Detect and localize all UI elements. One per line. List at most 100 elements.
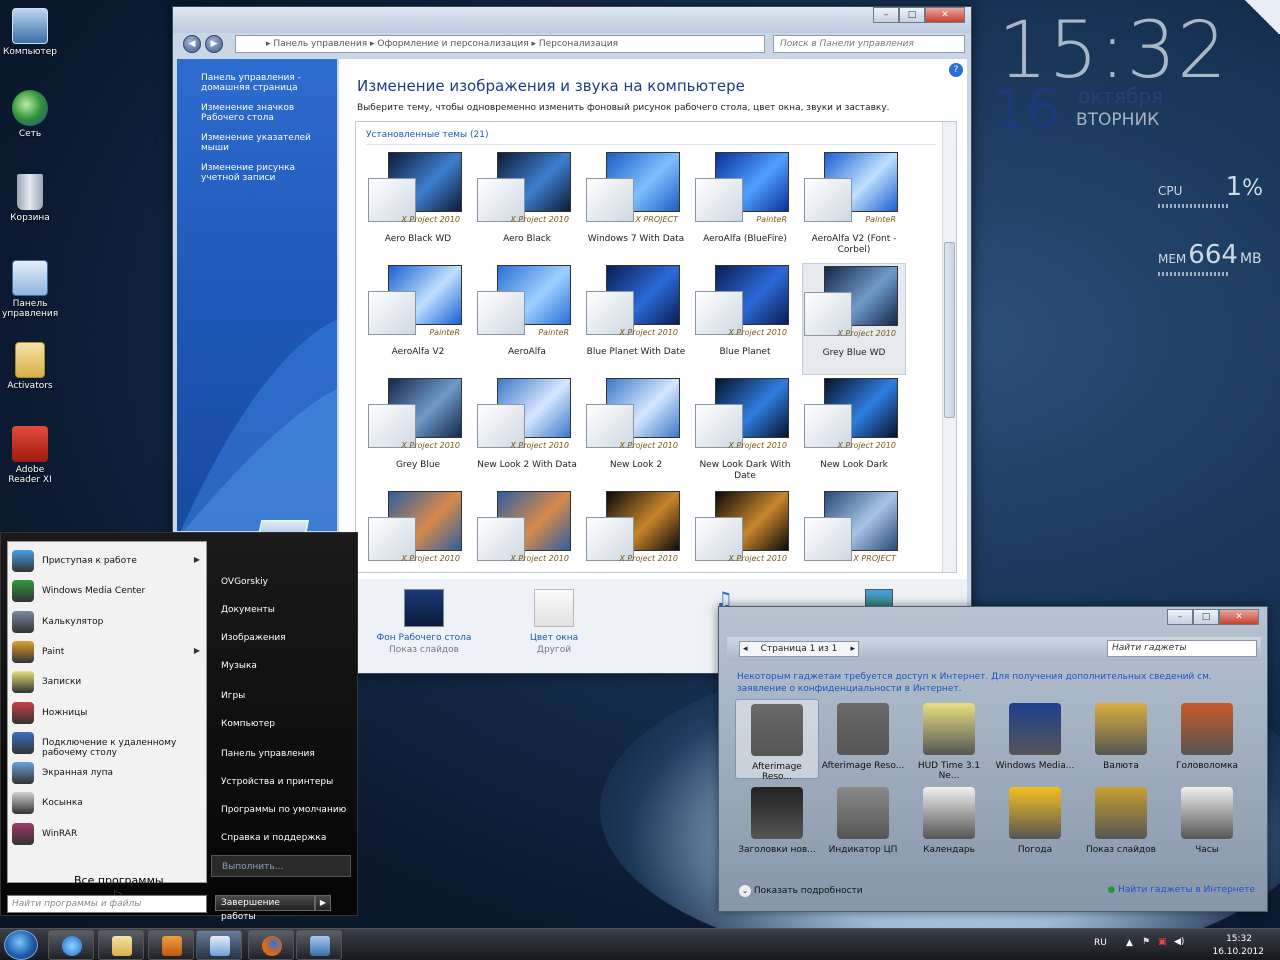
action-center-flag-icon[interactable]: ⚑ (1142, 937, 1150, 947)
window-color-link[interactable]: Цвет окна (499, 633, 609, 643)
theme-item[interactable]: X Project 2010 Aero Black (475, 150, 579, 262)
link-control-panel-home[interactable]: Панель управления - домашняя страница (201, 73, 335, 93)
theme-item[interactable]: X Project 2010 Grey Blue (366, 376, 470, 488)
start-program-item[interactable]: Windows Media Center (8, 576, 208, 606)
tray-date[interactable]: 16.10.2012 (1212, 947, 1264, 957)
desktop-background-link[interactable]: Фон Рабочего стола (369, 633, 479, 643)
get-gadgets-online-link[interactable]: ● Найти гаджеты в Интернете (1107, 885, 1255, 895)
start-program-item[interactable]: Косынка (8, 788, 208, 818)
back-arrow-icon[interactable]: ◀ (183, 35, 201, 53)
themes-scrollbar[interactable] (942, 122, 956, 572)
chevron-right-icon[interactable]: ▸ (850, 642, 855, 656)
gadget-search-input[interactable]: Найти гаджеты (1107, 640, 1257, 657)
maximize-button[interactable]: □ (1193, 609, 1219, 625)
link-change-mouse-pointers[interactable]: Изменение указателей мыши (201, 133, 335, 153)
taskbar-firefox[interactable] (248, 930, 294, 960)
language-indicator[interactable]: RU (1094, 938, 1107, 948)
gadget-item[interactable]: HUD Time 3.1 Ne... (907, 699, 991, 781)
start-place-item[interactable]: Компьютер (211, 713, 351, 735)
gadget-item[interactable]: Afterimage Reso... (735, 699, 819, 782)
show-hidden-icons-arrow-icon[interactable]: ▲ (1126, 938, 1133, 948)
theme-item[interactable]: PainteR AeroAlfa V2 (Font - Corbel) (802, 150, 906, 262)
theme-item[interactable]: X Project 2010Soft Black With Date (584, 489, 688, 572)
volume-icon[interactable]: ◀) (1174, 937, 1184, 947)
window-titlebar[interactable]: – □ ✕ (173, 7, 971, 33)
tray-time[interactable]: 15:32 (1226, 934, 1252, 944)
theme-item[interactable]: PainteR AeroAlfa V2 (366, 263, 470, 375)
gadget-item[interactable]: Windows Media... (993, 699, 1077, 779)
start-program-item[interactable]: Экранная лупа (8, 758, 208, 788)
start-program-item[interactable]: Ножницы (8, 698, 208, 728)
start-place-item[interactable]: Музыка (211, 655, 351, 677)
taskbar-gadgets[interactable] (296, 930, 342, 960)
network-icon[interactable]: ▣ (1158, 937, 1167, 947)
start-place-item[interactable]: Игры (211, 685, 351, 707)
maximize-button[interactable]: □ (899, 7, 925, 23)
start-program-item[interactable]: Записки (8, 667, 208, 697)
start-place-item[interactable]: Изображения (211, 627, 351, 649)
chevron-left-icon[interactable]: ◂ (743, 642, 748, 656)
taskbar-explorer[interactable] (98, 930, 144, 960)
close-button[interactable]: ✕ (925, 7, 965, 23)
link-change-desktop-icons[interactable]: Изменение значков Рабочего стола (201, 103, 335, 123)
taskbar-control-panel[interactable] (196, 930, 242, 960)
theme-item[interactable]: X Project 2010Rocks Transparent (366, 489, 470, 572)
start-place-item[interactable]: Программы по умолчанию (211, 799, 351, 821)
desktop-icon-network[interactable]: Сеть (2, 90, 58, 139)
start-program-item[interactable]: Приступая к работе ▶ (8, 546, 208, 576)
start-place-item[interactable]: Панель управления (211, 743, 351, 765)
theme-item[interactable]: X Project 2010 New Look 2 (584, 376, 688, 488)
corner-widget-icon[interactable] (1244, 0, 1280, 34)
theme-item[interactable]: X Project 2010 New Look Dark (802, 376, 906, 488)
theme-item[interactable]: X Project 2010 Aero Black WD (366, 150, 470, 262)
theme-item[interactable]: X PROJECT Windows 7 With Data (584, 150, 688, 262)
help-icon[interactable]: ? (949, 63, 963, 77)
gadget-item[interactable]: Валюта (1079, 699, 1163, 779)
gadget-item[interactable]: Погода (993, 783, 1077, 863)
theme-item[interactable]: X Project 2010 New Look 2 With Data (475, 376, 579, 488)
taskbar-media-player[interactable] (148, 930, 194, 960)
theme-item[interactable]: X Project 2010 Blue Planet (693, 263, 797, 375)
forward-arrow-icon[interactable]: ▶ (205, 35, 223, 53)
scrollbar-thumb[interactable] (944, 242, 955, 418)
gadget-item[interactable]: Календарь (907, 783, 991, 863)
close-button[interactable]: ✕ (1219, 609, 1259, 625)
show-details-toggle[interactable]: ⌄ Показать подробности (739, 885, 863, 897)
minimize-button[interactable]: – (1167, 609, 1193, 625)
link-change-account-picture[interactable]: Изменение рисунка учетной записи (201, 163, 335, 183)
shutdown-button[interactable]: Завершение работы (215, 895, 315, 922)
start-place-item[interactable]: OVGorskiy (211, 571, 351, 593)
start-search-input[interactable]: Найти программы и файлы (7, 895, 207, 913)
theme-item[interactable]: X PROJECTSoft With Data (802, 489, 906, 572)
start-program-item[interactable]: Paint ▶ (8, 637, 208, 667)
theme-item[interactable]: X Project 2010 New Look Dark With Date (693, 376, 797, 488)
minimize-button[interactable]: – (873, 7, 899, 23)
start-button[interactable] (4, 930, 38, 960)
breadcrumb[interactable]: ▸ Панель управления ▸ Оформление и персо… (235, 35, 765, 53)
desktop-icon-computer[interactable]: Компьютер (2, 8, 58, 57)
gadget-item[interactable]: Показ слайдов (1079, 783, 1163, 863)
desktop-background-setting[interactable]: Фон Рабочего стола Показ слайдов (369, 589, 479, 655)
gadget-internet-notice[interactable]: Некоторым гаджетам требуется доступ к Ин… (737, 671, 1247, 695)
taskbar-internet-explorer[interactable] (48, 930, 94, 960)
desktop-icon-recycle-bin[interactable]: Корзина (2, 174, 58, 223)
theme-item[interactable]: X Project 2010 Blue Planet With Date (584, 263, 688, 375)
start-program-item[interactable]: Подключение к удаленному рабочему столу (8, 728, 208, 758)
start-place-item[interactable]: Устройства и принтеры (211, 771, 351, 793)
theme-item[interactable]: X Project 2010Soft Black (693, 489, 797, 572)
start-program-item[interactable]: WinRAR (8, 819, 208, 849)
gadget-item[interactable]: Индикатор ЦП (821, 783, 905, 863)
theme-item[interactable]: PainteR AeroAlfa (BlueFire) (693, 150, 797, 262)
gadget-item[interactable]: Afterimage Reso... (821, 699, 905, 779)
search-input[interactable]: Поиск в Панели управления (773, 35, 965, 53)
gadget-item[interactable]: Часы (1165, 783, 1249, 863)
theme-item[interactable]: X Project 2010Rocks (475, 489, 579, 572)
desktop-icon-activators[interactable]: Activators (2, 342, 58, 391)
gadget-item[interactable]: Головоломка (1165, 699, 1249, 779)
gadget-item[interactable]: Заголовки нов... (735, 783, 819, 863)
start-program-item[interactable]: Калькулятор (8, 607, 208, 637)
start-place-item[interactable]: Выполнить... (211, 855, 351, 877)
start-place-item[interactable]: Справка и поддержка (211, 827, 351, 849)
desktop-icon-adobe-reader[interactable]: Adobe Reader XI (2, 426, 58, 485)
start-place-item[interactable]: Документы (211, 599, 351, 621)
